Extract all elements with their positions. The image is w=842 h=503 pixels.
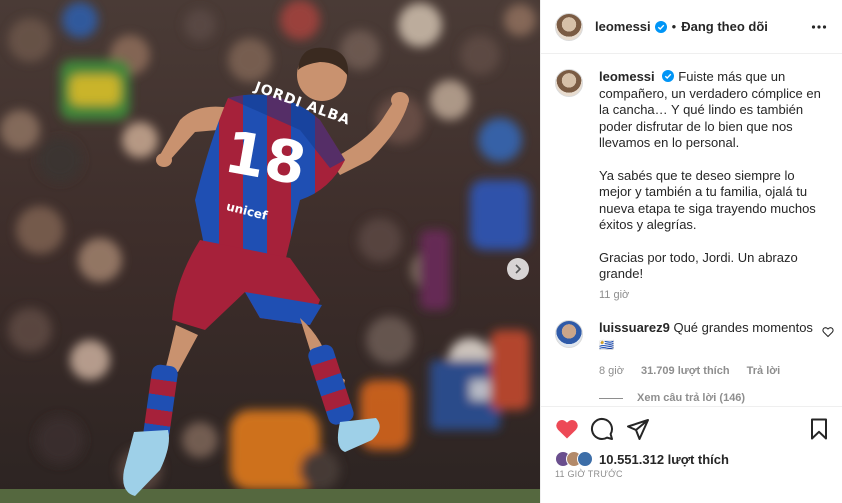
caption-timestamp: 11 giờ	[599, 287, 830, 304]
author-avatar[interactable]	[555, 12, 583, 41]
post-actions: 10.551.312 lượt thích 11 GIỜ TRƯỚC	[541, 406, 842, 503]
post-side-panel: leomessi • Đang theo dõi leomessi Fuiste	[540, 0, 842, 503]
view-replies-button[interactable]: Xem câu trả lời (146)	[599, 392, 745, 404]
author-avatar[interactable]	[555, 69, 583, 97]
jersey-number: 18	[219, 117, 312, 199]
separator-dot: •	[671, 19, 677, 34]
following-button[interactable]: Đang theo dõi	[681, 19, 768, 34]
caption-text-3: Gracias por todo, Jordi. Un abrazo grand…	[599, 249, 798, 282]
next-photo-button[interactable]	[507, 258, 529, 280]
reply-button[interactable]: Trả lời	[747, 365, 781, 377]
post-timestamp[interactable]: 11 GIỜ TRƯỚC	[555, 469, 623, 479]
heart-outline-icon[interactable]	[822, 326, 834, 338]
stadium-crowd-background	[0, 0, 540, 503]
caption-time: 11 giờ	[599, 288, 630, 301]
more-horizontal-icon[interactable]	[811, 19, 827, 35]
comment-meta: 8 giờ 31.709 lượt thích Trả lời	[599, 363, 830, 380]
verified-badge-icon	[662, 70, 675, 82]
post-photo[interactable]: JORDI ALBA 18 unicef	[0, 0, 540, 503]
view-replies-label: Xem câu trả lời (146)	[637, 392, 746, 404]
paper-plane-icon[interactable]	[626, 417, 650, 441]
chevron-right-icon	[515, 264, 522, 274]
caption-username[interactable]: leomessi	[599, 69, 655, 84]
likes-summary[interactable]: 10.551.312 lượt thích	[555, 451, 729, 467]
comment-bubble-icon[interactable]	[590, 417, 614, 441]
liker-avatar	[577, 451, 593, 467]
heart-filled-icon[interactable]	[555, 417, 579, 441]
comments-list[interactable]: leomessi Fuiste más que un compañero, un…	[541, 54, 842, 406]
author-username[interactable]: leomessi	[595, 19, 651, 34]
divider-line	[599, 397, 623, 399]
commenter-username[interactable]: luissuarez9	[599, 320, 670, 335]
comment-emoji: 🇺🇾	[599, 337, 614, 352]
commenter-avatar[interactable]	[555, 320, 583, 348]
comment-time: 8 giờ	[599, 365, 624, 377]
verified-badge-icon	[654, 20, 667, 33]
post-header: leomessi • Đang theo dõi	[541, 0, 842, 54]
comment-text: Qué grandes momentos	[673, 320, 813, 335]
caption-comment: leomessi Fuiste más que un compañero, un…	[555, 69, 830, 303]
caption-text-2: Ya sabés que te deseo siempre lo mejor y…	[599, 167, 816, 233]
comment-item: luissuarez9 Qué grandes momentos 🇺🇾 8 gi…	[555, 320, 834, 380]
comment-likes[interactable]: 31.709 lượt thích	[641, 365, 730, 377]
bookmark-icon[interactable]	[807, 417, 831, 441]
likes-count[interactable]: 10.551.312 lượt thích	[599, 452, 729, 467]
caption-paragraph: leomessi Fuiste más que un compañero, un…	[599, 69, 830, 152]
